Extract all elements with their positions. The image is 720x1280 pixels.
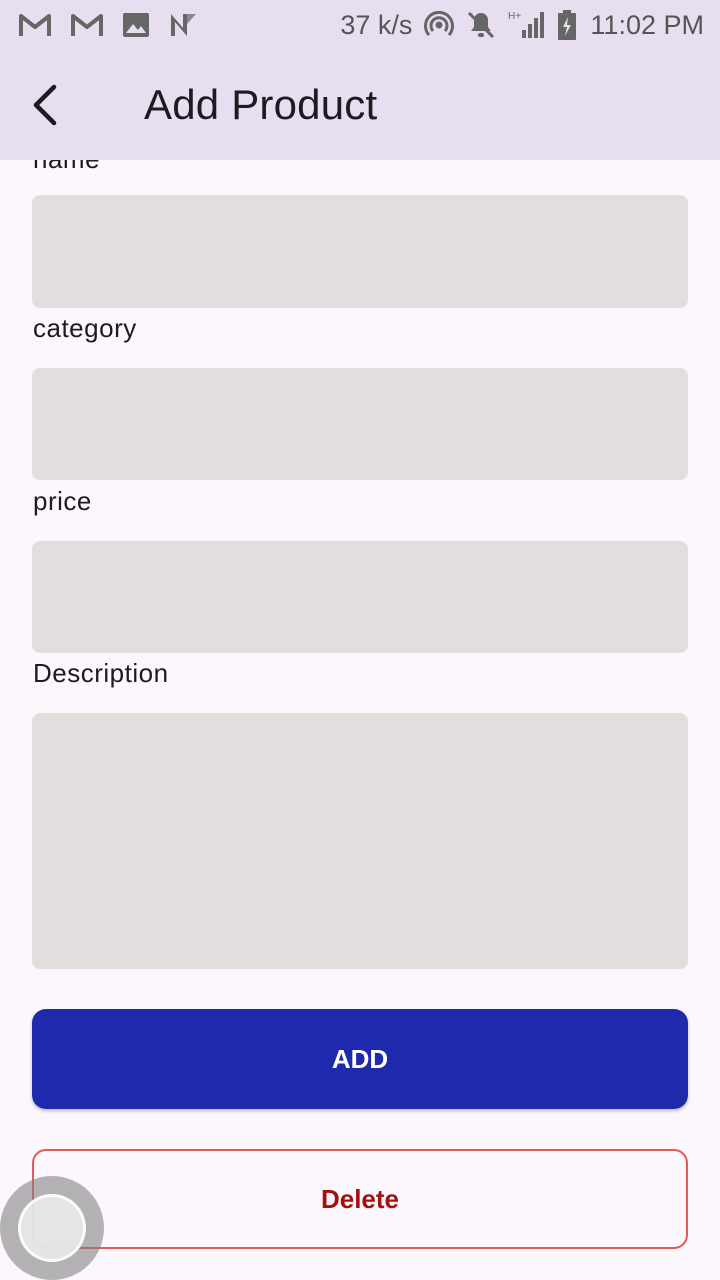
- system-icons: 37 k/s H+ 11:02 PM: [328, 10, 704, 41]
- price-field[interactable]: [32, 541, 688, 653]
- network-type: H+: [508, 11, 521, 22]
- n-app-icon: [168, 12, 198, 38]
- category-field[interactable]: [32, 368, 688, 480]
- battery-charging-icon: [556, 10, 578, 40]
- category-label: category: [33, 313, 137, 343]
- touch-indicator-center: [18, 1194, 86, 1262]
- gmail-icon: [18, 12, 52, 38]
- touch-indicator: [0, 1176, 104, 1280]
- clock: 11:02 PM: [590, 9, 704, 40]
- back-arrow-icon: [33, 84, 57, 126]
- app-bar: Add Product: [0, 50, 720, 160]
- network-speed: 37 k/s: [340, 9, 413, 40]
- name-label: name: [33, 160, 100, 175]
- status-bar: 37 k/s H+ 11:02 PM: [0, 0, 720, 50]
- image-icon: [122, 12, 150, 38]
- product-form: name category price Description ADD Dele…: [0, 160, 720, 1280]
- mute-icon: [466, 10, 496, 40]
- delete-button[interactable]: Delete: [32, 1149, 688, 1249]
- hotspot-icon: [424, 10, 455, 40]
- add-button[interactable]: ADD: [32, 1009, 688, 1109]
- page-title: Add Product: [144, 81, 378, 128]
- signal-icon: H+: [508, 10, 545, 40]
- notification-icons: [18, 12, 216, 38]
- back-button[interactable]: [0, 55, 90, 155]
- description-label: Description: [33, 658, 169, 688]
- gmail-icon: [70, 12, 104, 38]
- name-field[interactable]: [32, 195, 688, 308]
- description-field[interactable]: [32, 713, 688, 969]
- price-label: price: [33, 486, 92, 516]
